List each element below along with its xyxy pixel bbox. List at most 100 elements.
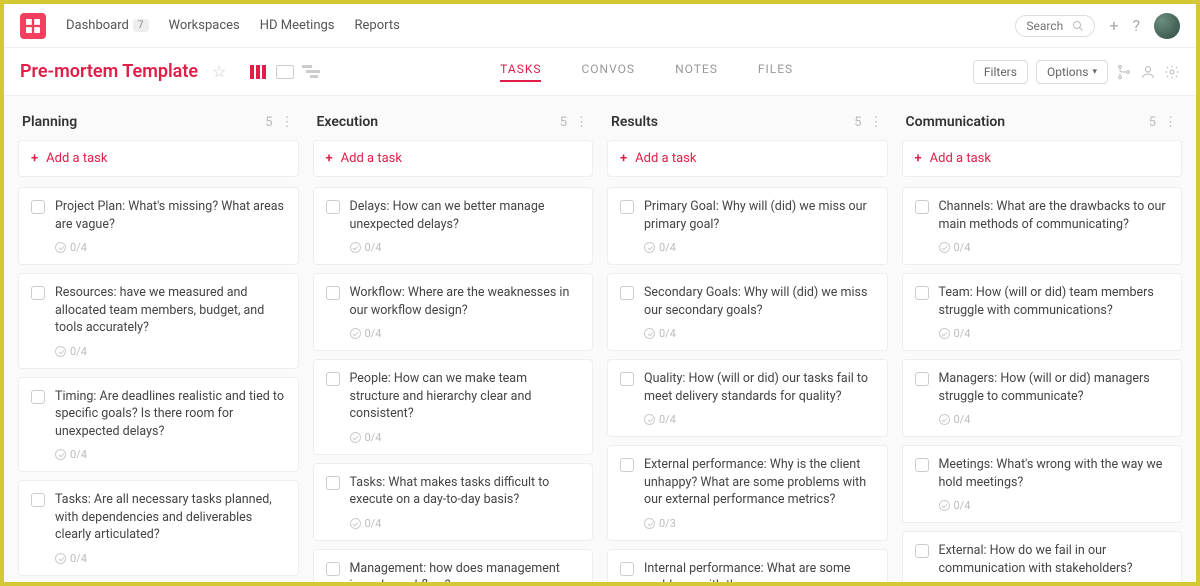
search-box[interactable]	[1015, 15, 1095, 37]
subtask-icon	[939, 414, 950, 425]
timeline-view-icon[interactable]	[302, 65, 320, 79]
board-view-icon[interactable]	[250, 65, 268, 79]
task-text: Tasks: What makes tasks difficult to exe…	[350, 474, 581, 509]
card-footer: 0/4	[350, 327, 581, 340]
subtask-icon	[350, 518, 361, 529]
subtask-count: 0/4	[659, 241, 676, 254]
task-checkbox[interactable]	[31, 493, 45, 507]
card-top: Primary Goal: Why will (did) we miss our…	[620, 198, 875, 233]
tab-files[interactable]: FILES	[758, 62, 793, 82]
star-icon[interactable]: ☆	[212, 62, 226, 81]
task-checkbox[interactable]	[31, 390, 45, 404]
task-card[interactable]: Tasks: What makes tasks difficult to exe…	[313, 463, 594, 541]
add-task-button[interactable]: +Add a task	[313, 140, 594, 177]
nav-dashboard[interactable]: Dashboard 7	[66, 18, 149, 33]
task-card[interactable]: External performance: Why is the client …	[607, 445, 888, 541]
nav-meetings[interactable]: HD Meetings	[260, 18, 335, 33]
task-card[interactable]: Managers: How (will or did) managers str…	[902, 359, 1183, 437]
task-checkbox[interactable]	[620, 200, 634, 214]
add-task-button[interactable]: +Add a task	[902, 140, 1183, 177]
subtask-count: 0/4	[365, 431, 382, 444]
subheader: Pre-mortem Template ☆ TASKS CONVOS NOTES…	[4, 48, 1196, 96]
list-view-icon[interactable]	[276, 65, 294, 79]
task-checkbox[interactable]	[915, 372, 929, 386]
app-logo[interactable]	[20, 13, 46, 39]
branch-icon[interactable]	[1116, 64, 1132, 80]
task-checkbox[interactable]	[915, 286, 929, 300]
tab-convos[interactable]: CONVOS	[581, 62, 635, 82]
card-top: Secondary Goals: Why will (did) we miss …	[620, 284, 875, 319]
task-card[interactable]: Meetings: What's wrong with the way we h…	[902, 445, 1183, 523]
gear-icon[interactable]	[1164, 64, 1180, 80]
options-button[interactable]: Options▾	[1036, 60, 1108, 84]
search-input[interactable]	[1026, 19, 1066, 33]
add-task-button[interactable]: +Add a task	[18, 140, 299, 177]
tab-tasks[interactable]: TASKS	[500, 62, 541, 82]
task-card[interactable]: Tasks: Are all necessary tasks planned, …	[18, 480, 299, 576]
column-meta: 5 ⋮	[560, 115, 589, 130]
task-card[interactable]: Workflow: Where are the weaknesses in ou…	[313, 273, 594, 351]
task-card[interactable]: Internal performance: What are some prob…	[607, 549, 888, 583]
column-count: 5	[265, 115, 272, 130]
add-task-button[interactable]: +Add a task	[607, 140, 888, 177]
column-meta: 5 ⋮	[265, 115, 294, 130]
task-checkbox[interactable]	[620, 562, 634, 576]
card-top: Tasks: Are all necessary tasks planned, …	[31, 491, 286, 544]
nav-workspaces[interactable]: Workspaces	[169, 18, 240, 33]
subtask-count: 0/4	[70, 345, 87, 358]
plus-icon: +	[31, 151, 38, 166]
avatar[interactable]	[1154, 13, 1180, 39]
column-header: Planning 5 ⋮	[18, 110, 299, 140]
task-card[interactable]: Quality: How (will or did) our tasks fai…	[607, 359, 888, 437]
subtask-count: 0/4	[365, 241, 382, 254]
nav-reports[interactable]: Reports	[355, 18, 400, 33]
column-title: Planning	[22, 114, 77, 130]
plus-icon: +	[915, 151, 922, 166]
task-checkbox[interactable]	[326, 562, 340, 576]
task-checkbox[interactable]	[620, 372, 634, 386]
task-checkbox[interactable]	[326, 200, 340, 214]
view-switches	[250, 65, 320, 79]
task-checkbox[interactable]	[620, 458, 634, 472]
task-card[interactable]: Management: how does management impede w…	[313, 549, 594, 583]
task-text: Management: how does management impede w…	[350, 560, 581, 583]
task-card[interactable]: Team: How (will or did) team members str…	[902, 273, 1183, 351]
topbar: Dashboard 7 Workspaces HD Meetings Repor…	[4, 4, 1196, 48]
task-card[interactable]: Resources: have we measured and allocate…	[18, 273, 299, 369]
card-footer: 0/3	[644, 517, 875, 530]
task-text: Workflow: Where are the weaknesses in ou…	[350, 284, 581, 319]
tab-notes[interactable]: NOTES	[675, 62, 718, 82]
task-text: Meetings: What's wrong with the way we h…	[939, 456, 1170, 491]
task-text: People: How can we make team structure a…	[350, 370, 581, 423]
subtask-count: 0/3	[659, 517, 676, 530]
task-checkbox[interactable]	[620, 286, 634, 300]
task-card[interactable]: Delays: How can we better manage unexpec…	[313, 187, 594, 265]
column-menu-icon[interactable]: ⋮	[575, 115, 589, 130]
people-icon[interactable]	[1140, 64, 1156, 80]
card-top: Channels: What are the drawbacks to our …	[915, 198, 1170, 233]
column-menu-icon[interactable]: ⋮	[870, 115, 884, 130]
task-card[interactable]: Secondary Goals: Why will (did) we miss …	[607, 273, 888, 351]
task-checkbox[interactable]	[915, 458, 929, 472]
column-menu-icon[interactable]: ⋮	[1164, 115, 1178, 130]
add-icon[interactable]: +	[1109, 16, 1118, 35]
task-card[interactable]: Channels: What are the drawbacks to our …	[902, 187, 1183, 265]
filters-button[interactable]: Filters	[973, 60, 1028, 84]
subtask-count: 0/4	[70, 552, 87, 565]
task-checkbox[interactable]	[915, 200, 929, 214]
task-checkbox[interactable]	[31, 286, 45, 300]
task-card[interactable]: Primary Goal: Why will (did) we miss our…	[607, 187, 888, 265]
column-meta: 5 ⋮	[1149, 115, 1178, 130]
plus-icon: +	[620, 151, 627, 166]
task-card[interactable]: Timing: Are deadlines realistic and tied…	[18, 377, 299, 473]
task-card[interactable]: External: How do we fail in our communic…	[902, 531, 1183, 582]
task-card[interactable]: People: How can we make team structure a…	[313, 359, 594, 455]
task-checkbox[interactable]	[915, 544, 929, 558]
task-checkbox[interactable]	[326, 372, 340, 386]
task-card[interactable]: Project Plan: What's missing? What areas…	[18, 187, 299, 265]
task-checkbox[interactable]	[31, 200, 45, 214]
column-menu-icon[interactable]: ⋮	[281, 115, 295, 130]
task-checkbox[interactable]	[326, 286, 340, 300]
help-icon[interactable]: ?	[1132, 16, 1140, 35]
task-checkbox[interactable]	[326, 476, 340, 490]
